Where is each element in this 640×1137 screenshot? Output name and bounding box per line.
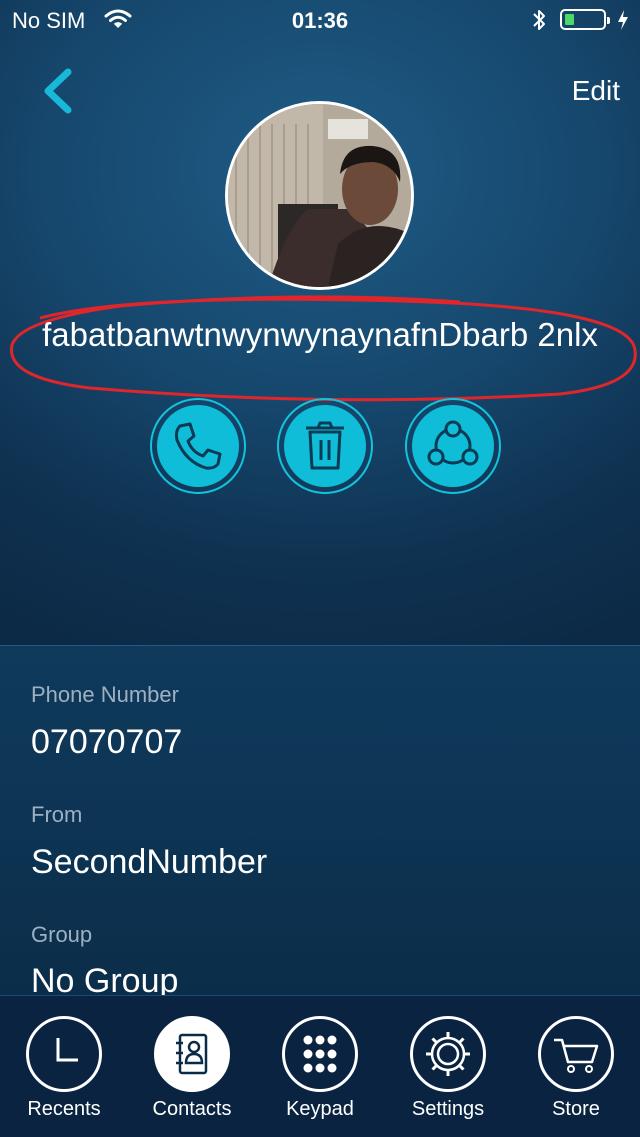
phone-number-label: Phone Number (31, 682, 179, 707)
share-icon (427, 420, 479, 466)
avatar (225, 101, 414, 290)
call-button[interactable] (150, 398, 246, 494)
cart-icon (538, 1016, 614, 1092)
clock-icon (26, 1016, 102, 1092)
tab-store[interactable]: Store (526, 1016, 626, 1121)
tab-keypad-label: Keypad (286, 1098, 354, 1120)
keypad-icon (282, 1016, 358, 1092)
from-value: SecondNumber (31, 843, 268, 881)
delete-button[interactable] (277, 398, 373, 494)
gear-icon (410, 1016, 486, 1092)
contact-name: fabatbanwtnwynwynaynafnDbarb 2nlx (42, 316, 598, 353)
tab-contacts[interactable]: Contacts (142, 1016, 242, 1121)
tab-store-label: Store (552, 1098, 600, 1120)
group-label: Group (31, 922, 93, 947)
charging-icon (616, 8, 630, 38)
from-label: From (31, 802, 83, 827)
trash-icon (306, 421, 344, 470)
tab-bar: Recents Contacts Keypad Settings Store (0, 995, 640, 1137)
phone-number-value: 07070707 (31, 723, 183, 761)
battery-icon (560, 9, 610, 30)
tab-recents-label: Recents (27, 1098, 101, 1120)
tab-settings[interactable]: Settings (398, 1016, 498, 1121)
tab-keypad[interactable]: Keypad (270, 1016, 370, 1121)
share-button[interactable] (405, 398, 501, 494)
phone-icon (174, 422, 222, 470)
status-bar: No SIM 01:36 (0, 0, 640, 40)
bluetooth-icon (531, 8, 547, 38)
tab-recents[interactable]: Recents (14, 1016, 114, 1121)
edit-button[interactable]: Edit (572, 75, 620, 107)
contacts-book-icon (154, 1016, 230, 1092)
tab-settings-label: Settings (411, 1098, 485, 1120)
tab-contacts-label: Contacts (152, 1098, 232, 1120)
chevron-left-icon (44, 68, 72, 114)
back-button[interactable] (40, 68, 80, 114)
